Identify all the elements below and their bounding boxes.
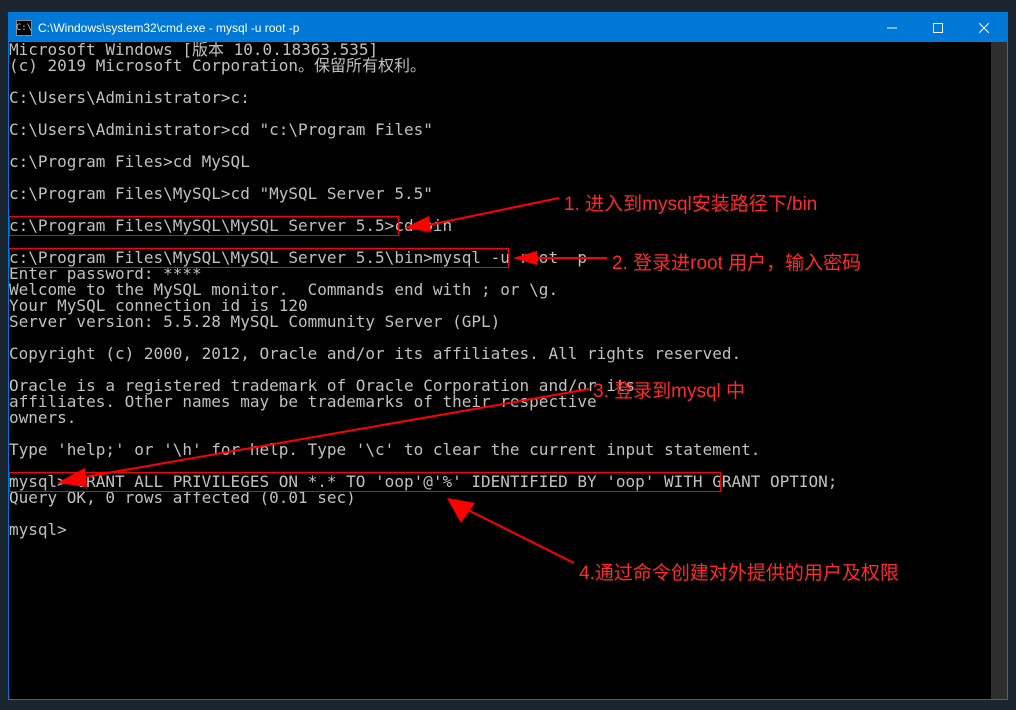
term-line: c:\Program Files\MySQL\MySQL Server 5.5>… <box>9 218 1007 234</box>
term-line: (c) 2019 Microsoft Corporation。保留所有权利。 <box>9 58 1007 74</box>
maximize-button[interactable] <box>915 13 961 42</box>
cmd-window: C:\ C:\Windows\system32\cmd.exe - mysql … <box>8 12 1008 700</box>
window-title: C:\Windows\system32\cmd.exe - mysql -u r… <box>38 21 869 35</box>
term-line: C:\Users\Administrator>c: <box>9 90 1007 106</box>
term-line: c:\Program Files\MySQL>cd "MySQL Server … <box>9 186 1007 202</box>
term-line: Server version: 5.5.28 MySQL Community S… <box>9 314 1007 330</box>
terminal-output[interactable]: Microsoft Windows [版本 10.0.18363.535](c)… <box>9 42 1007 699</box>
window-controls <box>869 13 1007 42</box>
minimize-button[interactable] <box>869 13 915 42</box>
cmd-icon: C:\ <box>16 20 32 36</box>
titlebar[interactable]: C:\ C:\Windows\system32\cmd.exe - mysql … <box>9 13 1007 42</box>
term-line: mysql> <box>9 522 1007 538</box>
vertical-scrollbar[interactable] <box>991 42 1007 699</box>
term-line: C:\Users\Administrator>cd "c:\Program Fi… <box>9 122 1007 138</box>
term-line <box>9 506 1007 522</box>
term-line: Copyright (c) 2000, 2012, Oracle and/or … <box>9 346 1007 362</box>
term-line: owners. <box>9 410 1007 426</box>
scrollbar-thumb[interactable] <box>991 42 1007 699</box>
term-line: Query OK, 0 rows affected (0.01 sec) <box>9 490 1007 506</box>
term-line: affiliates. Other names may be trademark… <box>9 394 1007 410</box>
term-line: c:\Program Files>cd MySQL <box>9 154 1007 170</box>
close-button[interactable] <box>961 13 1007 42</box>
term-line: Type 'help;' or '\h' for help. Type '\c'… <box>9 442 1007 458</box>
